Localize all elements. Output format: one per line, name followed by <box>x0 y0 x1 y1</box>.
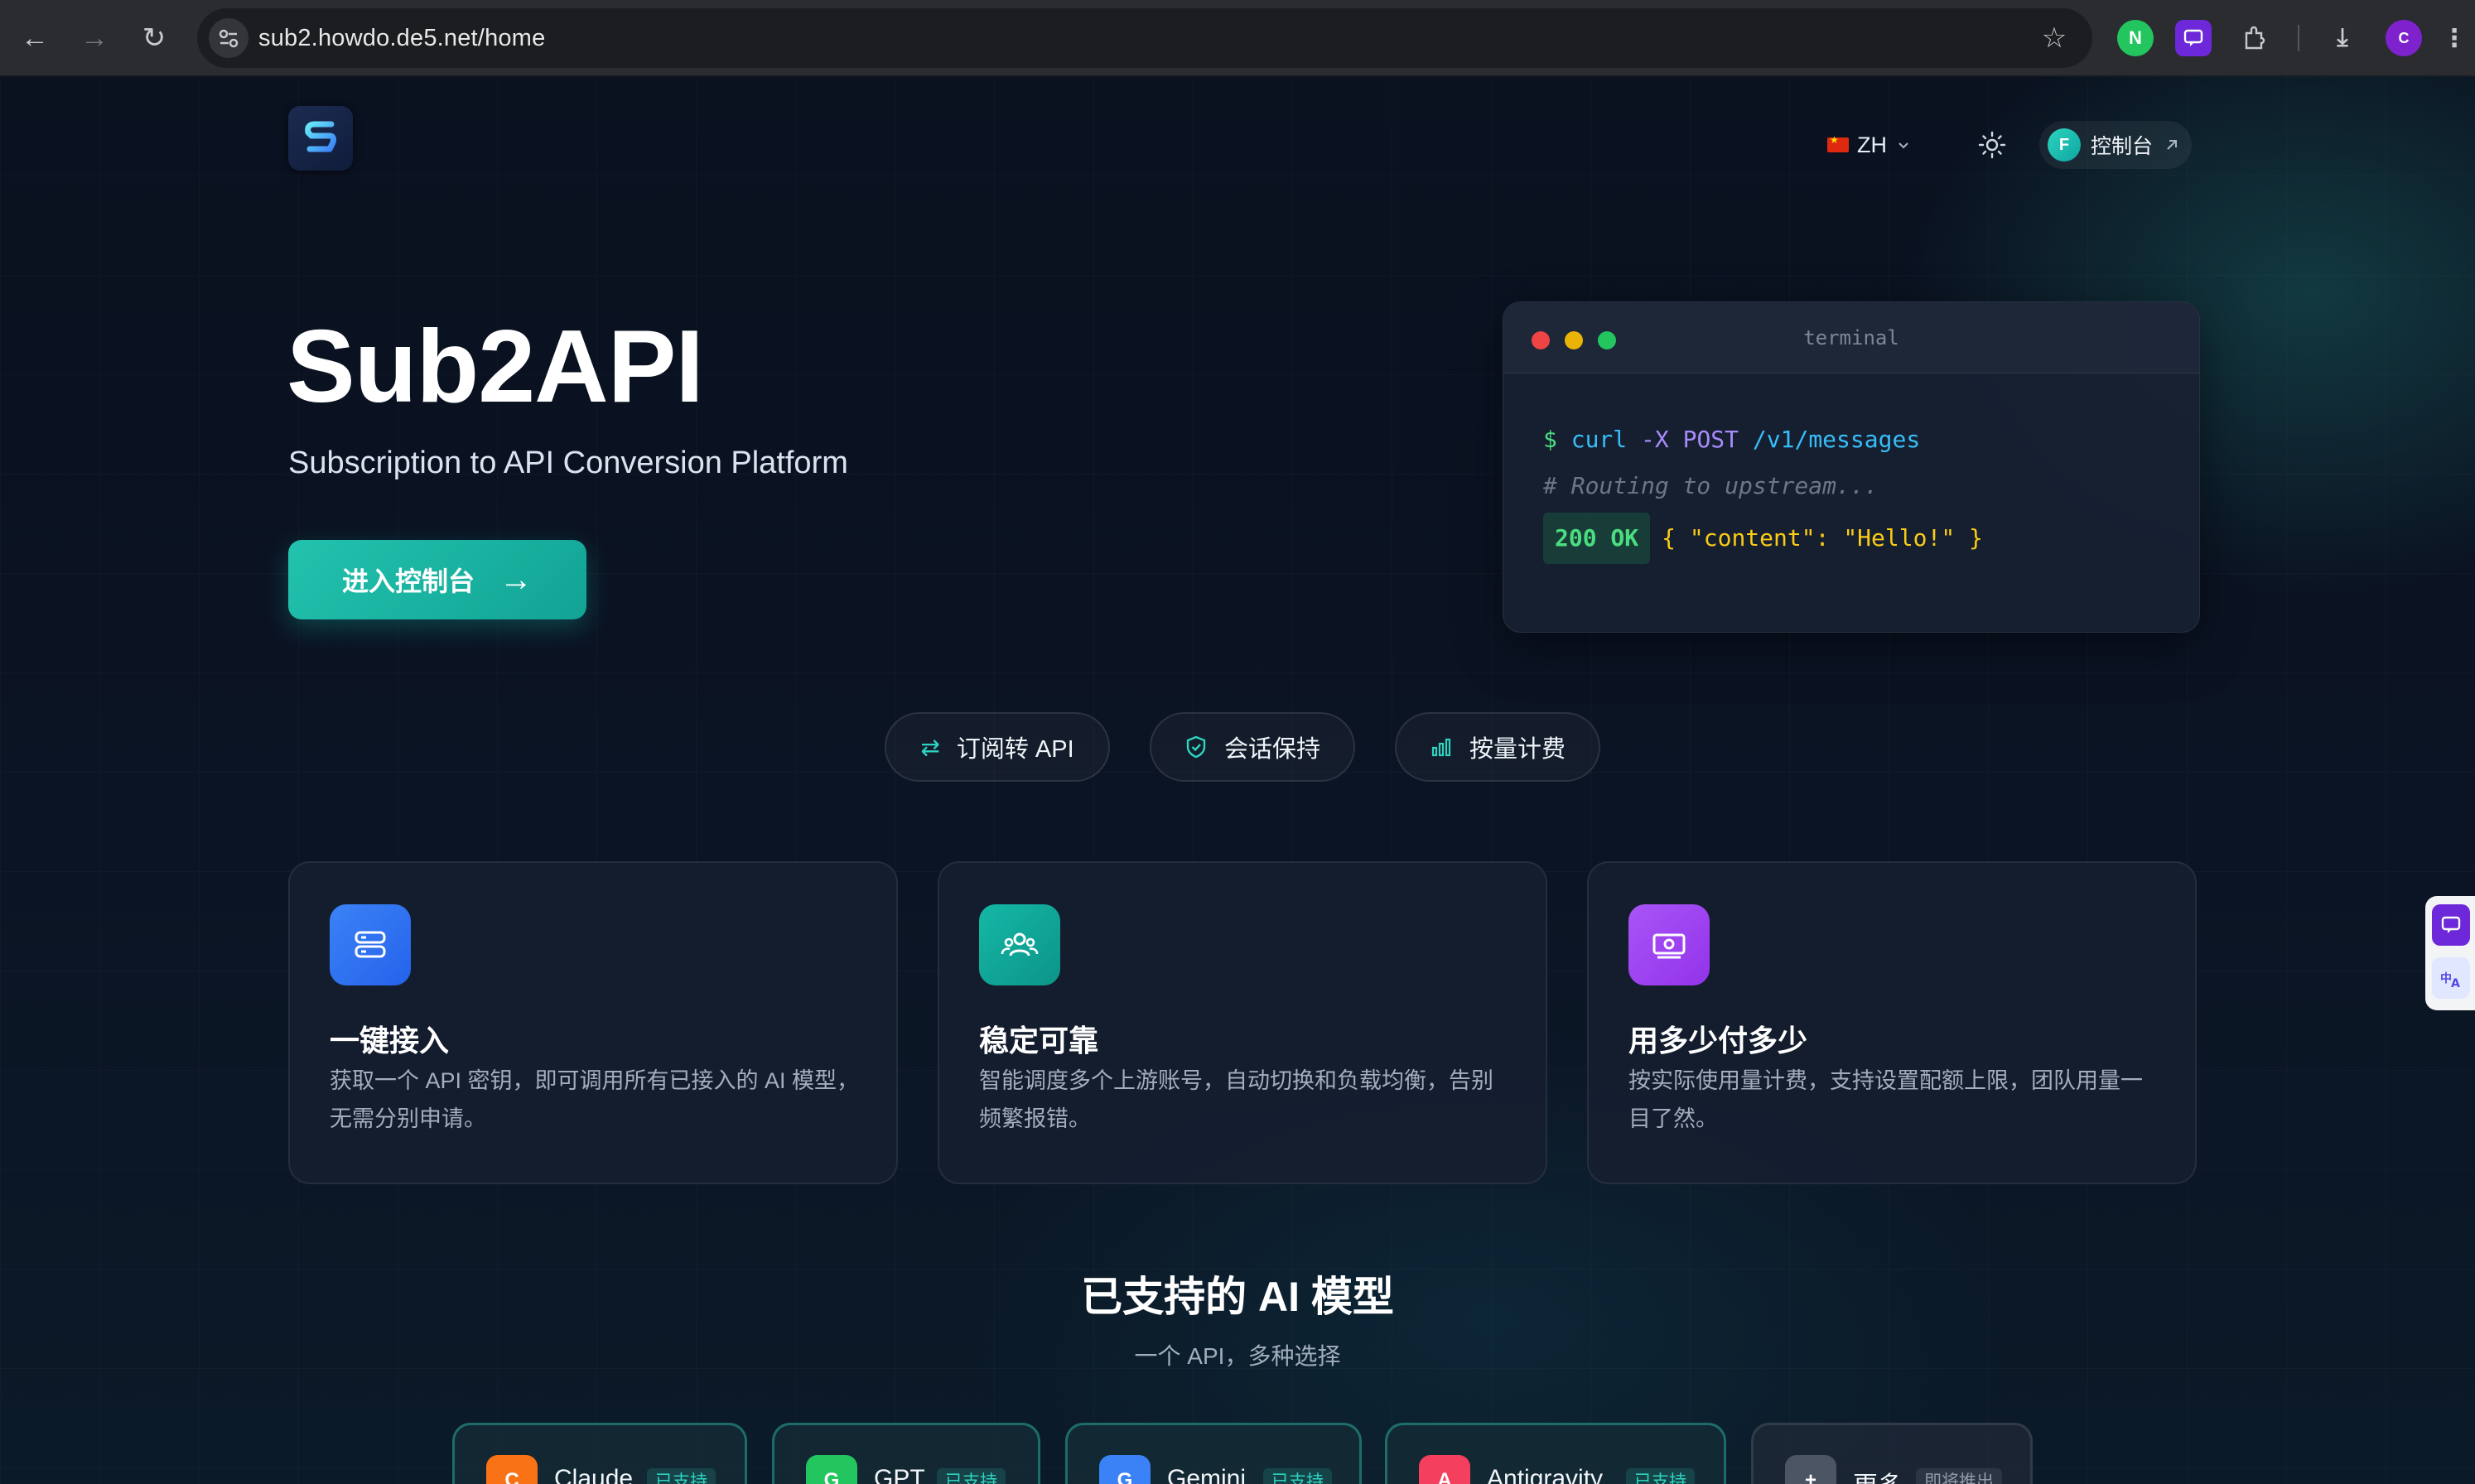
terminal-body: $ curl -X POST /v1/messages # Routing to… <box>1543 417 1983 564</box>
status-badge: 200 OK <box>1543 513 1651 564</box>
card-title: 稳定可靠 <box>979 1024 1099 1058</box>
profile-avatar[interactable]: C <box>2386 20 2422 56</box>
china-flag-icon <box>1827 134 1849 152</box>
pill-session-keep: 会话保持 <box>1150 712 1355 782</box>
pill-label: 会话保持 <box>1223 736 1320 763</box>
theme-toggle-button[interactable] <box>1970 123 2014 167</box>
address-bar[interactable]: sub2.howdo.de5.net/home ☆ <box>197 8 2092 68</box>
card-description: 获取一个 API 密钥，即可调用所有已接入的 AI 模型，无需分别申请。 <box>330 1068 860 1131</box>
card-title: 用多少付多少 <box>1628 1024 1808 1058</box>
reload-button[interactable]: ↻ <box>133 17 176 60</box>
hero-subtitle: Subscription to API Conversion Platform <box>288 446 848 480</box>
console-link[interactable]: F 控制台 <box>2039 121 2192 169</box>
money-icon <box>1628 904 1710 985</box>
http-method: POST <box>1682 426 1739 453</box>
pill-label: 按量计费 <box>1469 736 1566 763</box>
users-icon <box>979 904 1060 985</box>
feature-card-pay-as-you-go: 用多少付多少 按实际使用量计费，支持设置配额上限，团队用量一目了然。 <box>1587 861 2197 1184</box>
card-title: 一键接入 <box>330 1024 450 1058</box>
site-info-icon[interactable] <box>209 18 248 58</box>
model-status-badge: 已支持 <box>647 1468 716 1484</box>
model-initial-icon: C <box>486 1455 538 1484</box>
terminal-response-line: 200 OK { "content": "Hello!" } <box>1543 513 1983 564</box>
svg-text:中: 中 <box>2440 971 2452 985</box>
model-status-badge: 即将推出 <box>1916 1468 2002 1484</box>
models-section-subtitle: 一个 API，多种选择 <box>1134 1343 1341 1369</box>
pill-usage-billing: 按量计费 <box>1395 712 1600 782</box>
bookmark-star-icon[interactable]: ☆ <box>2034 18 2074 58</box>
json-brace-open: { <box>1662 524 1677 552</box>
json-colon: : <box>1815 524 1830 552</box>
model-name: GPT <box>874 1465 925 1484</box>
models-section-title: 已支持的 AI 模型 <box>1081 1274 1394 1320</box>
server-icon <box>330 904 411 985</box>
model-status-badge: 已支持 <box>937 1468 1006 1484</box>
downloads-icon[interactable]: ⤓ <box>2324 20 2361 56</box>
page-content: ZH F 控制台 Sub2API Subscription to API Con… <box>0 76 2475 1484</box>
svg-text:A: A <box>2451 977 2460 990</box>
model-initial-icon: + <box>1785 1455 1836 1484</box>
browser-toolbar: ← → ↻ sub2.howdo.de5.net/home ☆ N ⤓ C ⋮ <box>0 0 2475 76</box>
terminal-window: terminal $ curl -X POST /v1/messages # R… <box>1503 301 2200 633</box>
card-description: 智能调度多个上游账号，自动切换和负载均衡，告别频繁报错。 <box>979 1068 1493 1131</box>
shield-icon <box>1186 735 1206 759</box>
json-brace-close: } <box>1969 524 1983 552</box>
model-card-more[interactable]: + 更多 即将推出 <box>1751 1423 2033 1484</box>
prompt-symbol: $ <box>1543 426 1557 453</box>
floating-chat-icon[interactable] <box>2432 904 2470 946</box>
terminal-titlebar: terminal <box>1503 302 2199 373</box>
extensions-puzzle-icon[interactable] <box>2236 20 2273 56</box>
model-initial-icon: G <box>806 1455 857 1484</box>
back-button[interactable]: ← <box>13 17 56 60</box>
logo-icon <box>305 121 336 152</box>
model-status-badge: 已支持 <box>1626 1468 1695 1484</box>
bar-chart-icon <box>1431 738 1451 757</box>
browser-menu-icon[interactable]: ⋮ <box>2442 20 2467 56</box>
chevron-down-icon <box>1898 142 1908 149</box>
language-switcher[interactable]: ZH <box>1827 123 1912 167</box>
command-flag: -X <box>1641 426 1669 453</box>
model-initial-icon: G <box>1099 1455 1151 1484</box>
logo[interactable] <box>288 106 353 171</box>
enter-console-button[interactable]: 进入控制台 → <box>288 540 586 619</box>
floating-toolbar: 中A <box>2425 896 2475 1010</box>
floating-translate-icon[interactable]: 中A <box>2432 957 2470 999</box>
toolbar-divider <box>2298 25 2299 51</box>
user-avatar: F <box>2048 128 2081 161</box>
enter-console-label: 进入控制台 <box>341 566 475 596</box>
card-description: 按实际使用量计费，支持设置配额上限，团队用量一目了然。 <box>1628 1068 2143 1131</box>
extension-n-icon[interactable]: N <box>2117 20 2154 56</box>
feature-card-stable: 稳定可靠 智能调度多个上游账号，自动切换和负载均衡，告别频繁报错。 <box>938 861 1547 1184</box>
model-name: 更多 <box>1853 1465 1903 1484</box>
model-card-antigravity[interactable]: A Antigravity 已支持 <box>1385 1423 1726 1484</box>
url-text[interactable]: sub2.howdo.de5.net/home <box>258 8 545 68</box>
pill-subscription-to-api: ⇄ 订阅转 API <box>885 712 1110 782</box>
terminal-comment: # Routing to upstream... <box>1543 472 1879 499</box>
model-status-badge: 已支持 <box>1263 1468 1332 1484</box>
model-name: Gemini <box>1167 1465 1247 1484</box>
sun-icon <box>1978 131 2006 159</box>
model-name: Antigravity <box>1487 1465 1604 1484</box>
model-card-claude[interactable]: C Claude 已支持 <box>452 1423 747 1484</box>
model-initial-icon: A <box>1419 1455 1470 1484</box>
json-value: "Hello!" <box>1843 524 1956 552</box>
console-link-label: 控制台 <box>2091 135 2154 158</box>
hero-title: Sub2API <box>287 310 704 424</box>
forward-button[interactable]: → <box>73 17 116 60</box>
request-path: /v1/messages <box>1752 426 1921 453</box>
model-card-gpt[interactable]: G GPT 已支持 <box>772 1423 1040 1484</box>
external-arrow-icon <box>2167 140 2178 150</box>
terminal-command-line: $ curl -X POST /v1/messages <box>1543 417 1983 463</box>
model-name: Claude <box>554 1465 634 1484</box>
json-key: "content" <box>1689 524 1816 552</box>
pill-label: 订阅转 API <box>956 736 1074 763</box>
command-text: curl <box>1570 426 1628 453</box>
extension-translate-icon[interactable] <box>2175 20 2212 56</box>
language-label: ZH <box>1857 132 1887 157</box>
arrow-right-icon: → <box>499 561 533 598</box>
model-card-gemini[interactable]: G Gemini 已支持 <box>1065 1423 1362 1484</box>
terminal-title: terminal <box>1803 326 1899 349</box>
feature-card-one-key: 一键接入 获取一个 API 密钥，即可调用所有已接入的 AI 模型，无需分别申请… <box>288 861 898 1184</box>
swap-icon: ⇄ <box>920 734 940 760</box>
